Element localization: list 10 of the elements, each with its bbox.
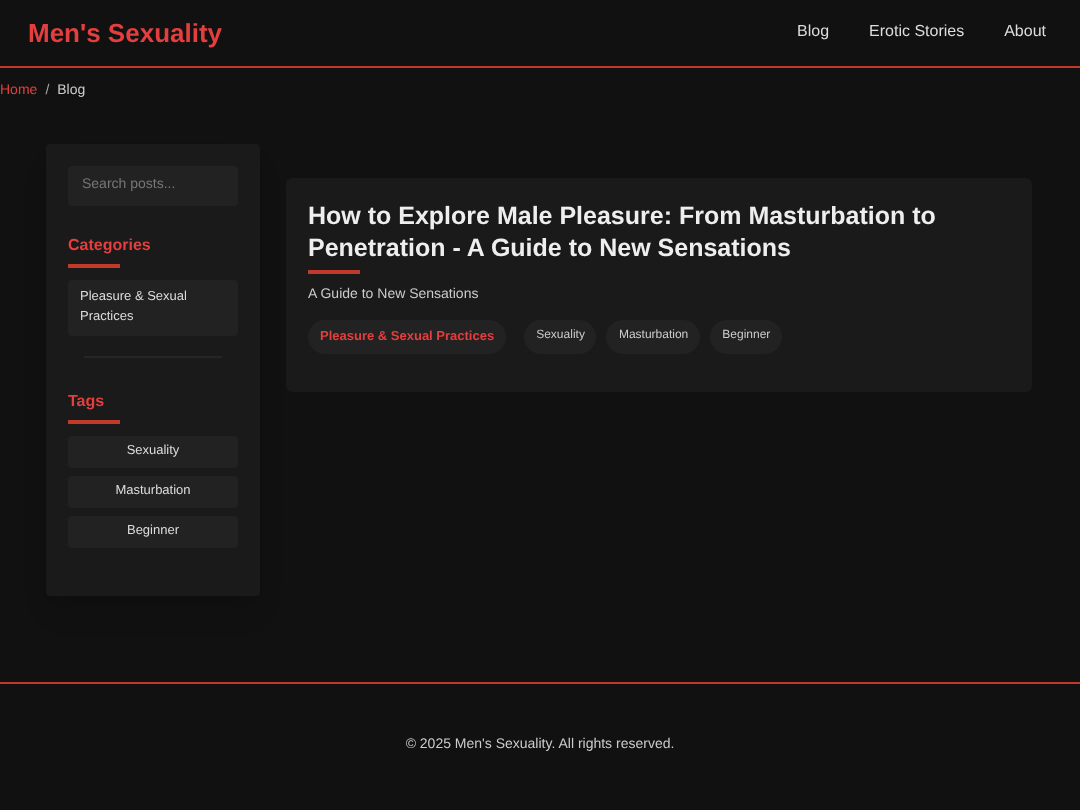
section-heading: Categories bbox=[68, 233, 151, 258]
section-heading: Tags bbox=[68, 389, 105, 414]
title-underline bbox=[308, 269, 360, 274]
nav-link[interactable]: Erotic Stories bbox=[869, 20, 965, 45]
nav-link[interactable]: Blog bbox=[797, 20, 830, 45]
heading-underline bbox=[68, 263, 120, 268]
post-title[interactable]: How to Explore Male Pleasure: From Masturbation to Penetration - A Guide to New Sensations bbox=[308, 199, 1010, 264]
heading-underline bbox=[68, 419, 120, 424]
nav-link[interactable]: About bbox=[1004, 20, 1046, 45]
site-title[interactable]: Men's Sexuality bbox=[28, 13, 223, 53]
